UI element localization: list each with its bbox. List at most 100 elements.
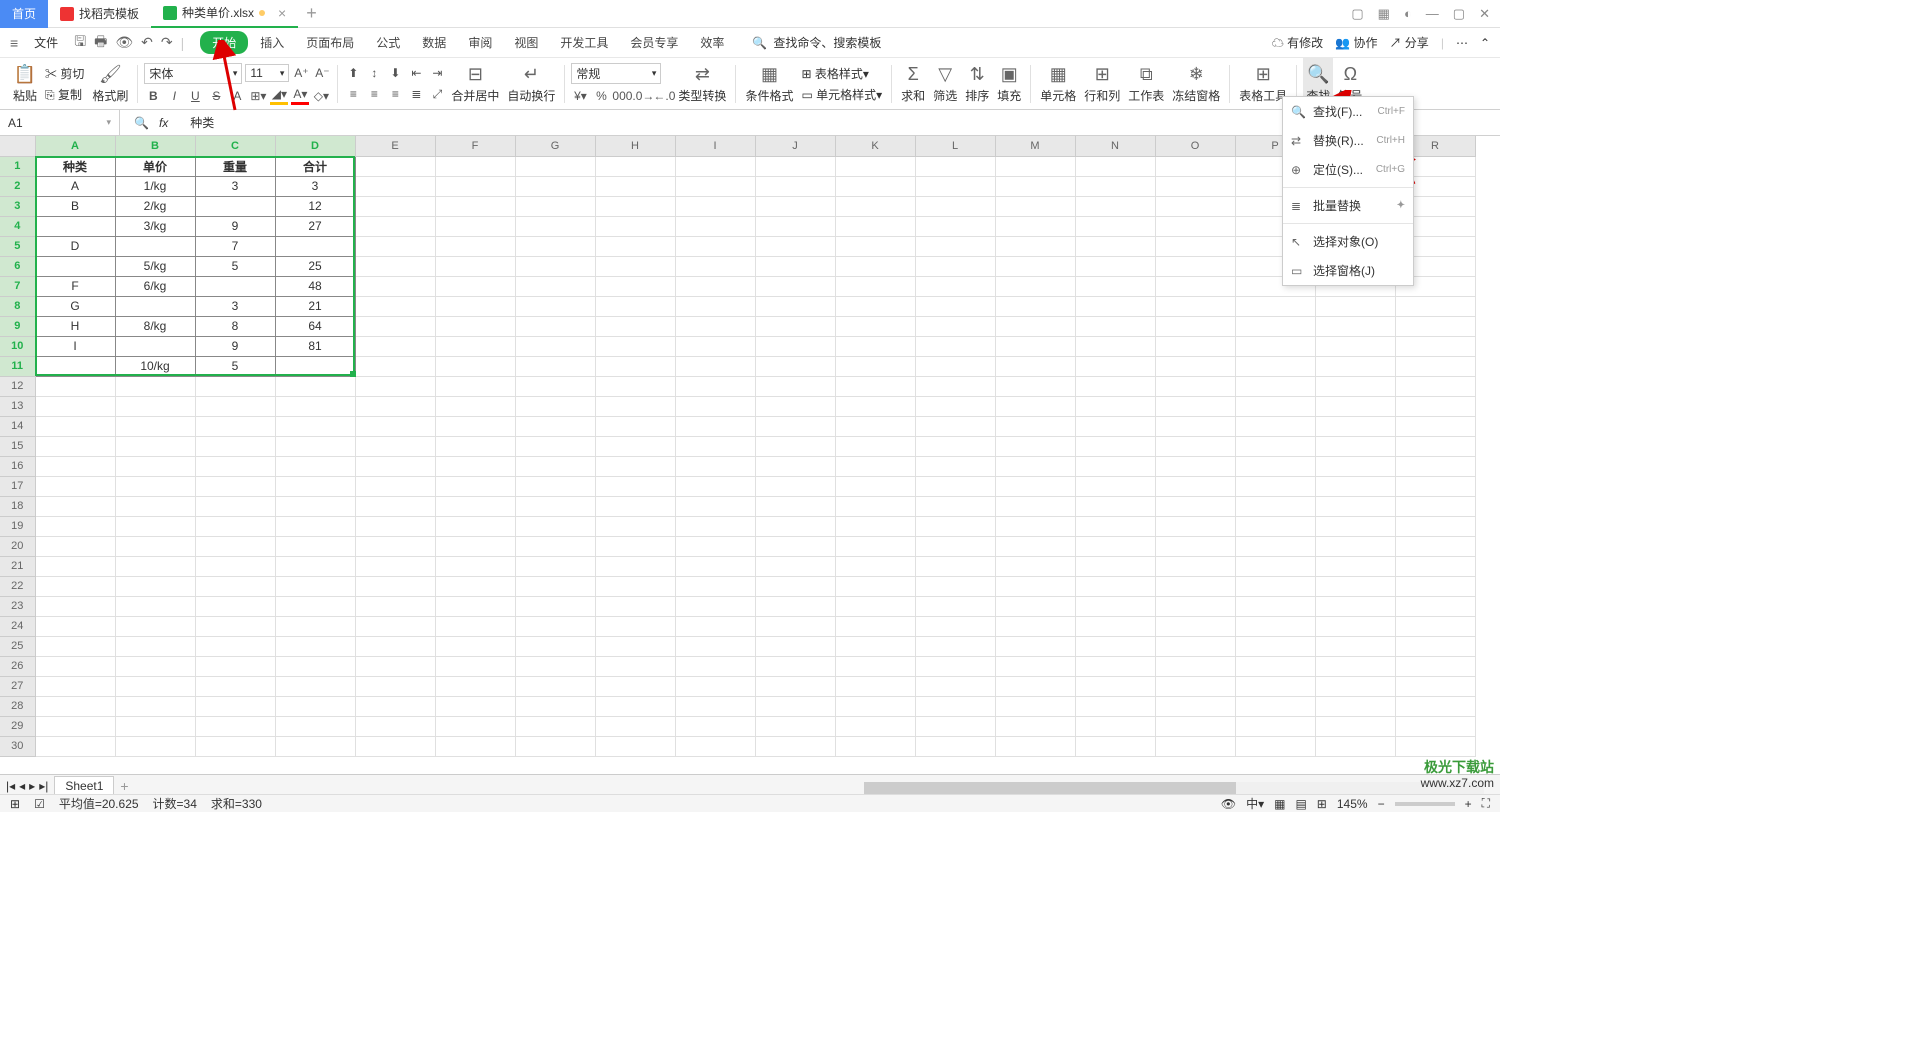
cell-B9[interactable]: 8/kg: [115, 316, 195, 336]
copy-button[interactable]: ⎘ 复制: [45, 86, 82, 103]
cell-P16[interactable]: [1235, 456, 1315, 476]
cell-J18[interactable]: [755, 496, 835, 516]
cell-N8[interactable]: [1075, 296, 1155, 316]
cell-E20[interactable]: [355, 536, 435, 556]
cell-I14[interactable]: [675, 416, 755, 436]
cell-B10[interactable]: [115, 336, 195, 356]
cell-B20[interactable]: [115, 536, 195, 556]
cell-I2[interactable]: [675, 176, 755, 196]
cell-B24[interactable]: [115, 616, 195, 636]
cell-D20[interactable]: [275, 536, 355, 556]
cell-N24[interactable]: [1075, 616, 1155, 636]
indent-inc-icon[interactable]: ⇥: [428, 64, 446, 82]
cell-L28[interactable]: [915, 696, 995, 716]
cut-button[interactable]: ✂ 剪切: [45, 65, 84, 82]
cell-M27[interactable]: [995, 676, 1075, 696]
cell-F8[interactable]: [435, 296, 515, 316]
col-header-G[interactable]: G: [515, 136, 595, 156]
cell-A18[interactable]: [35, 496, 115, 516]
cell-N21[interactable]: [1075, 556, 1155, 576]
view-page-icon[interactable]: ▤: [1295, 797, 1306, 811]
cell-F17[interactable]: [435, 476, 515, 496]
cell-D27[interactable]: [275, 676, 355, 696]
cell-G7[interactable]: [515, 276, 595, 296]
indent-dec-icon[interactable]: ⇤: [407, 64, 425, 82]
cell-R11[interactable]: [1395, 356, 1475, 376]
cell-D21[interactable]: [275, 556, 355, 576]
cell-N19[interactable]: [1075, 516, 1155, 536]
menu-layout[interactable]: 页面布局: [296, 30, 364, 55]
cell-Q8[interactable]: [1315, 296, 1395, 316]
col-header-F[interactable]: F: [435, 136, 515, 156]
cell-H3[interactable]: [595, 196, 675, 216]
cell-G9[interactable]: [515, 316, 595, 336]
cell-R16[interactable]: [1395, 456, 1475, 476]
cell-H17[interactable]: [595, 476, 675, 496]
cell-F23[interactable]: [435, 596, 515, 616]
table-style-button[interactable]: ⊞ 表格样式▾: [801, 65, 868, 82]
cell-A28[interactable]: [35, 696, 115, 716]
cell-D5[interactable]: [275, 236, 355, 256]
cell-E15[interactable]: [355, 436, 435, 456]
cell-M3[interactable]: [995, 196, 1075, 216]
cell-R17[interactable]: [1395, 476, 1475, 496]
align-left-icon[interactable]: ≡: [344, 85, 362, 103]
cell-J13[interactable]: [755, 396, 835, 416]
cell-G16[interactable]: [515, 456, 595, 476]
col-header-I[interactable]: I: [675, 136, 755, 156]
cell-P21[interactable]: [1235, 556, 1315, 576]
cell-H5[interactable]: [595, 236, 675, 256]
cell-B26[interactable]: [115, 656, 195, 676]
menu-devtools[interactable]: 开发工具: [550, 30, 618, 55]
cell-I5[interactable]: [675, 236, 755, 256]
cell-N28[interactable]: [1075, 696, 1155, 716]
orientation-icon[interactable]: ⤢: [428, 85, 446, 103]
cell-R25[interactable]: [1395, 636, 1475, 656]
cell-O24[interactable]: [1155, 616, 1235, 636]
cell-B13[interactable]: [115, 396, 195, 416]
col-header-M[interactable]: M: [995, 136, 1075, 156]
cell-D12[interactable]: [275, 376, 355, 396]
cell-F9[interactable]: [435, 316, 515, 336]
row-header-6[interactable]: 6: [0, 256, 35, 276]
cell-P23[interactable]: [1235, 596, 1315, 616]
justify-icon[interactable]: ≣: [407, 85, 425, 103]
cell-L2[interactable]: [915, 176, 995, 196]
cell-D29[interactable]: [275, 716, 355, 736]
cell-N30[interactable]: [1075, 736, 1155, 756]
cell-D2[interactable]: 3: [275, 176, 355, 196]
cell-M25[interactable]: [995, 636, 1075, 656]
font-family-select[interactable]: 宋体▾: [144, 63, 242, 84]
cell-N14[interactable]: [1075, 416, 1155, 436]
dec-dec-icon[interactable]: ←.0: [655, 87, 673, 105]
fill-button[interactable]: ▣填充: [994, 58, 1024, 109]
cell-P28[interactable]: [1235, 696, 1315, 716]
cell-D16[interactable]: [275, 456, 355, 476]
sheet-next-icon[interactable]: ▸: [29, 779, 35, 793]
cell-H13[interactable]: [595, 396, 675, 416]
cell-E30[interactable]: [355, 736, 435, 756]
cell-Q9[interactable]: [1315, 316, 1395, 336]
cell-C24[interactable]: [195, 616, 275, 636]
cell-K19[interactable]: [835, 516, 915, 536]
comma-icon[interactable]: 000: [613, 87, 631, 105]
menu-start[interactable]: 开始: [200, 31, 248, 54]
cell-F16[interactable]: [435, 456, 515, 476]
cell-G17[interactable]: [515, 476, 595, 496]
cell-G28[interactable]: [515, 696, 595, 716]
cell-H12[interactable]: [595, 376, 675, 396]
cell-P19[interactable]: [1235, 516, 1315, 536]
cell-J12[interactable]: [755, 376, 835, 396]
cell-G3[interactable]: [515, 196, 595, 216]
cell-A6[interactable]: [35, 256, 115, 276]
cell-C2[interactable]: 3: [195, 176, 275, 196]
cell-A27[interactable]: [35, 676, 115, 696]
cell-O27[interactable]: [1155, 676, 1235, 696]
cell-J19[interactable]: [755, 516, 835, 536]
cell-J10[interactable]: [755, 336, 835, 356]
cell-C6[interactable]: 5: [195, 256, 275, 276]
cell-F5[interactable]: [435, 236, 515, 256]
cell-F1[interactable]: [435, 156, 515, 176]
cell-A26[interactable]: [35, 656, 115, 676]
menu-member[interactable]: 会员专享: [620, 30, 688, 55]
